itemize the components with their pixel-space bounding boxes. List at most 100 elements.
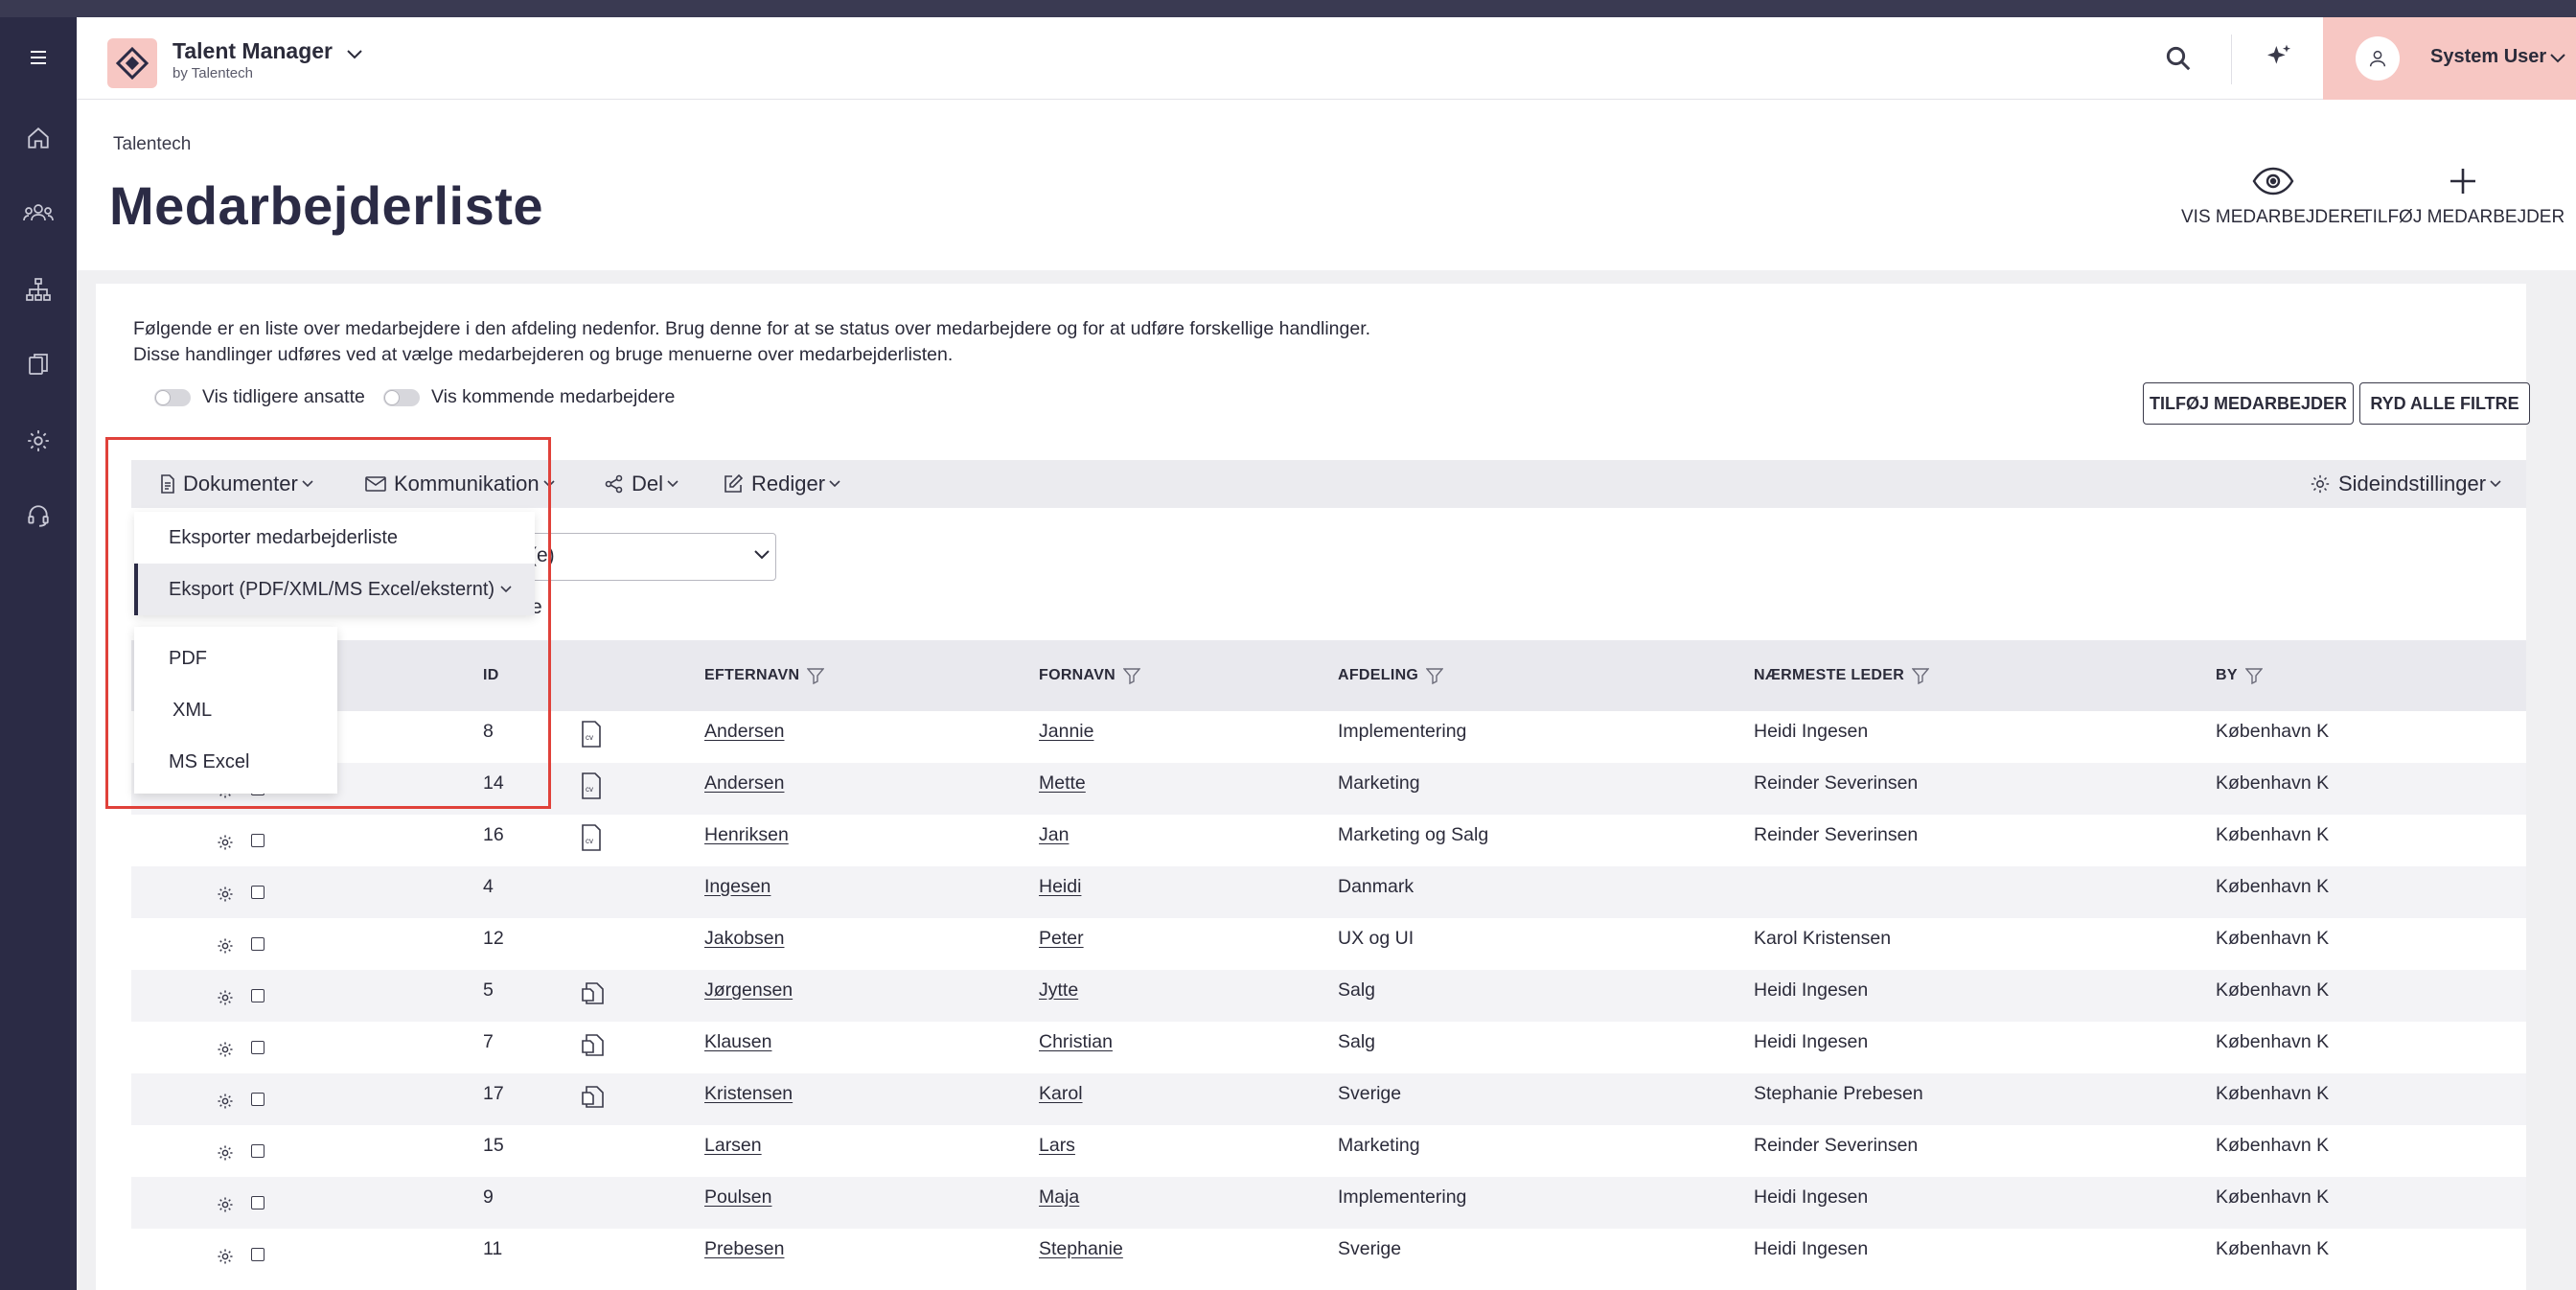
- filter-icon[interactable]: [1912, 667, 1930, 684]
- talentech-logo[interactable]: [107, 38, 157, 88]
- documents-icon[interactable]: [19, 345, 58, 383]
- column-header-department[interactable]: AFDELING: [1338, 667, 1444, 684]
- table-row[interactable]: 5 Jørgensen Jytte Salg Heidi Ingesen Københav…: [131, 970, 2526, 1022]
- documents-menu[interactable]: Dokumenter: [160, 472, 313, 496]
- cell-firstname[interactable]: Maja: [1039, 1186, 1079, 1209]
- toggle-switch[interactable]: [154, 388, 191, 406]
- cv-icon[interactable]: cv: [581, 824, 602, 856]
- filter-icon[interactable]: [1426, 667, 1444, 684]
- row-gear-icon[interactable]: [217, 834, 234, 856]
- table-row[interactable]: 15 Larsen Lars Marketing Reinder Severinsen K…: [131, 1125, 2526, 1177]
- column-header-lastname[interactable]: EFTERNAVN: [704, 667, 825, 684]
- cell-lastname[interactable]: Ingesen: [704, 876, 770, 898]
- export-excel-item[interactable]: MS Excel: [134, 736, 337, 788]
- cell-firstname[interactable]: Karol: [1039, 1083, 1083, 1105]
- department-select[interactable]: [518, 533, 776, 581]
- filter-icon[interactable]: [2244, 667, 2263, 684]
- column-header-city[interactable]: BY: [2216, 667, 2263, 684]
- clear-filters-button[interactable]: RYD ALLE FILTRE: [2359, 382, 2530, 425]
- export-xml-item[interactable]: XML: [134, 684, 337, 736]
- row-gear-icon[interactable]: [217, 1196, 234, 1218]
- cell-lastname[interactable]: Poulsen: [704, 1186, 771, 1209]
- home-icon[interactable]: [19, 119, 58, 157]
- column-header-firstname[interactable]: FORNAVN: [1039, 667, 1141, 684]
- row-checkbox[interactable]: [251, 1248, 264, 1261]
- column-header-id[interactable]: ID: [483, 667, 499, 684]
- filter-icon[interactable]: [807, 667, 825, 684]
- table-row[interactable]: cv 8 Andersen Jannie Implementering Heidi Ing…: [131, 711, 2526, 763]
- search-icon[interactable]: [2164, 44, 2193, 78]
- row-gear-icon[interactable]: [217, 1093, 234, 1115]
- row-checkbox[interactable]: [251, 1196, 264, 1209]
- communication-menu[interactable]: Kommunikation: [365, 472, 555, 496]
- table-row[interactable]: 9 Poulsen Maja Implementering Heidi Ingesen K…: [131, 1177, 2526, 1229]
- cell-lastname[interactable]: Henriksen: [704, 824, 789, 846]
- table-row[interactable]: 7 Klausen Christian Salg Heidi Ingesen Københ…: [131, 1022, 2526, 1073]
- add-employee-button[interactable]: TILFØJ MEDARBEJDER: [2143, 382, 2354, 425]
- row-gear-icon[interactable]: [217, 1144, 234, 1166]
- support-icon[interactable]: [19, 496, 58, 535]
- cv-icon[interactable]: cv: [581, 772, 602, 804]
- people-icon[interactable]: [19, 194, 58, 232]
- filter-icon[interactable]: [1123, 667, 1141, 684]
- table-row[interactable]: 11 Prebesen Stephanie Sverige Heidi Ingesen K…: [131, 1229, 2526, 1280]
- cell-firstname[interactable]: Mette: [1039, 772, 1086, 795]
- row-checkbox[interactable]: [251, 834, 264, 847]
- cell-lastname[interactable]: Jørgensen: [704, 979, 793, 1002]
- chevron-down-icon[interactable]: [345, 48, 364, 66]
- toggle-switch[interactable]: [383, 388, 420, 406]
- page-settings-menu[interactable]: Sideindstillinger: [2310, 472, 2501, 496]
- row-checkbox[interactable]: [251, 937, 264, 951]
- cell-lastname[interactable]: Larsen: [704, 1135, 762, 1157]
- org-chart-icon[interactable]: [19, 270, 58, 309]
- export-employee-list-item[interactable]: Eksporter medarbejderliste: [134, 512, 535, 564]
- sparkle-icon[interactable]: [2264, 42, 2294, 78]
- row-checkbox[interactable]: [251, 1093, 264, 1106]
- cell-lastname[interactable]: Klausen: [704, 1031, 771, 1053]
- breadcrumb[interactable]: Talentech: [113, 134, 191, 155]
- row-gear-icon[interactable]: [217, 1041, 234, 1063]
- cell-lastname[interactable]: Prebesen: [704, 1238, 784, 1260]
- row-checkbox[interactable]: [251, 1144, 264, 1158]
- file-icon[interactable]: [581, 1031, 608, 1063]
- row-gear-icon[interactable]: [217, 937, 234, 959]
- row-checkbox[interactable]: [251, 1041, 264, 1054]
- user-menu[interactable]: System User: [2323, 17, 2576, 100]
- cell-lastname[interactable]: Andersen: [704, 721, 784, 743]
- cell-firstname[interactable]: Peter: [1039, 928, 1084, 950]
- table-row[interactable]: 4 Ingesen Heidi Danmark København K: [131, 866, 2526, 918]
- row-gear-icon[interactable]: [217, 989, 234, 1011]
- row-checkbox[interactable]: [251, 989, 264, 1002]
- cell-firstname[interactable]: Jan: [1039, 824, 1069, 846]
- toggle-former-employees[interactable]: Vis tidligere ansatte: [154, 386, 365, 408]
- row-checkbox[interactable]: [251, 886, 264, 899]
- cell-lastname[interactable]: Jakobsen: [704, 928, 784, 950]
- share-menu[interactable]: Del: [605, 472, 678, 496]
- file-icon[interactable]: [581, 1083, 608, 1115]
- view-employees-button[interactable]: VIS MEDARBEJDERE: [2181, 167, 2365, 228]
- table-row[interactable]: cv 14 Andersen Mette Marketing Reinder Severi…: [131, 763, 2526, 815]
- cell-firstname[interactable]: Stephanie: [1039, 1238, 1123, 1260]
- row-gear-icon[interactable]: [217, 1248, 234, 1270]
- table-row[interactable]: 12 Jakobsen Peter UX og UI Karol Kristensen K…: [131, 918, 2526, 970]
- cv-icon[interactable]: cv: [581, 721, 602, 752]
- table-row[interactable]: cv 16 Henriksen Jan Marketing og Salg Reinder…: [131, 815, 2526, 866]
- edit-menu[interactable]: Rediger: [723, 472, 840, 496]
- menu-icon[interactable]: [19, 38, 58, 77]
- cell-firstname[interactable]: Jannie: [1039, 721, 1093, 743]
- file-icon[interactable]: [581, 979, 608, 1011]
- table-row[interactable]: 17 Kristensen Karol Sverige Stephanie Prebes…: [131, 1073, 2526, 1125]
- add-employee-action[interactable]: TILFØJ MEDARBEJDER: [2361, 167, 2564, 228]
- row-gear-icon[interactable]: [217, 886, 234, 908]
- column-header-manager[interactable]: NÆRMESTE LEDER: [1754, 667, 1930, 684]
- cell-lastname[interactable]: Andersen: [704, 772, 784, 795]
- cell-firstname[interactable]: Heidi: [1039, 876, 1081, 898]
- cell-firstname[interactable]: Christian: [1039, 1031, 1113, 1053]
- export-formats-item[interactable]: Eksport (PDF/XML/MS Excel/eksternt): [134, 564, 535, 615]
- toggle-upcoming-employees[interactable]: Vis kommende medarbejdere: [383, 386, 675, 408]
- cell-lastname[interactable]: Kristensen: [704, 1083, 793, 1105]
- cell-firstname[interactable]: Lars: [1039, 1135, 1075, 1157]
- settings-icon[interactable]: [19, 422, 58, 460]
- export-pdf-item[interactable]: PDF: [134, 633, 337, 684]
- cell-firstname[interactable]: Jytte: [1039, 979, 1078, 1002]
